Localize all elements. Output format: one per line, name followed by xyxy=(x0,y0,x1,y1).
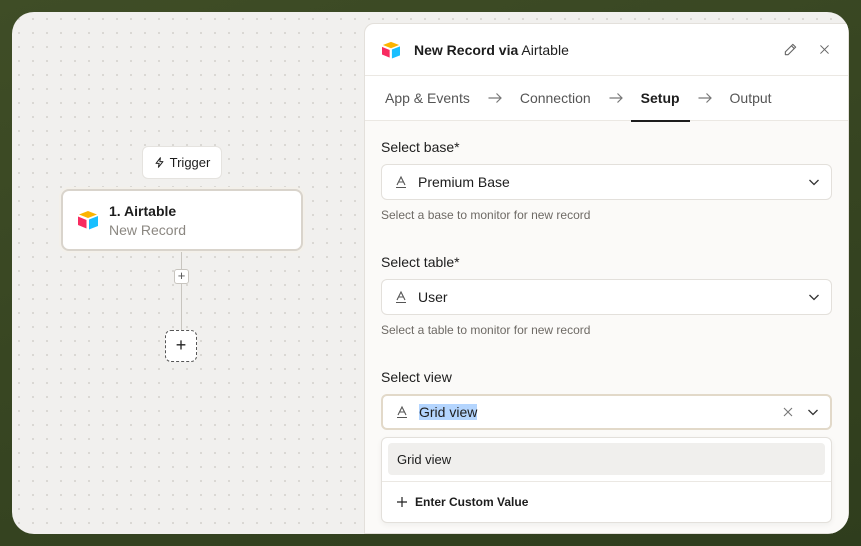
enter-custom-value-button[interactable]: Enter Custom Value xyxy=(382,482,831,522)
text-type-icon xyxy=(396,290,406,304)
node-text: 1. Airtable New Record xyxy=(109,203,186,238)
panel-title-rest: Airtable xyxy=(518,41,569,58)
node-title: 1. Airtable xyxy=(109,202,177,219)
view-value: Grid view xyxy=(419,404,478,420)
view-dropdown: Grid view Enter Custom Value xyxy=(381,437,832,523)
panel-title: New Record via Airtable xyxy=(414,42,764,58)
dropdown-option-grid-view[interactable]: Grid view xyxy=(388,443,825,475)
tab-connection[interactable]: Connection xyxy=(520,76,591,121)
connector-line xyxy=(181,252,182,330)
arrow-right-icon xyxy=(488,93,502,103)
step-tabs: App & Events Connection Setup Output xyxy=(365,76,848,122)
view-select[interactable]: Grid view xyxy=(381,394,832,430)
arrow-right-icon xyxy=(609,93,623,103)
airtable-node[interactable]: 1. Airtable New Record xyxy=(61,189,303,251)
base-value: Premium Base xyxy=(418,174,510,190)
chevron-down-icon[interactable] xyxy=(806,405,820,419)
node-subtitle: New Record xyxy=(109,221,187,238)
base-hint: Select a base to monitor for new record xyxy=(381,208,591,222)
table-value: User xyxy=(418,289,448,305)
table-hint: Select a table to monitor for new record xyxy=(381,323,591,337)
airtable-logo-icon xyxy=(382,41,400,59)
plus-icon xyxy=(397,497,407,507)
tab-app-events[interactable]: App & Events xyxy=(385,76,470,121)
text-type-icon xyxy=(397,405,407,419)
panel-header: New Record via Airtable xyxy=(365,24,848,76)
view-label: Select view xyxy=(381,369,452,385)
text-type-icon xyxy=(396,175,406,189)
chevron-down-icon[interactable] xyxy=(807,290,821,304)
add-step-button[interactable]: + xyxy=(165,330,197,362)
base-label: Select base* xyxy=(381,139,460,155)
custom-value-label: Enter Custom Value xyxy=(415,495,529,509)
panel-title-bold: New Record via xyxy=(414,41,519,58)
setup-form: Select base* Premium Base Select a base … xyxy=(365,121,848,523)
table-label: Select table* xyxy=(381,254,460,270)
clear-icon[interactable] xyxy=(782,406,794,418)
insert-step-button[interactable]: + xyxy=(174,269,189,284)
airtable-logo-icon xyxy=(78,211,98,230)
lightning-icon xyxy=(155,157,164,168)
chevron-down-icon[interactable] xyxy=(807,175,821,189)
workflow-window: Trigger 1. Airtable New Record + + New R… xyxy=(12,12,849,534)
step-config-panel: New Record via Airtable App & Events Con… xyxy=(364,23,849,534)
table-select[interactable]: User xyxy=(381,279,832,315)
close-icon[interactable] xyxy=(816,42,832,58)
tab-output[interactable]: Output xyxy=(730,76,772,121)
arrow-right-icon xyxy=(698,93,712,103)
view-input[interactable]: Grid view xyxy=(419,404,782,420)
base-select[interactable]: Premium Base xyxy=(381,164,832,200)
tab-setup[interactable]: Setup xyxy=(630,76,690,122)
trigger-pill[interactable]: Trigger xyxy=(142,146,222,179)
trigger-label: Trigger xyxy=(169,155,211,170)
edit-icon[interactable] xyxy=(782,42,798,58)
